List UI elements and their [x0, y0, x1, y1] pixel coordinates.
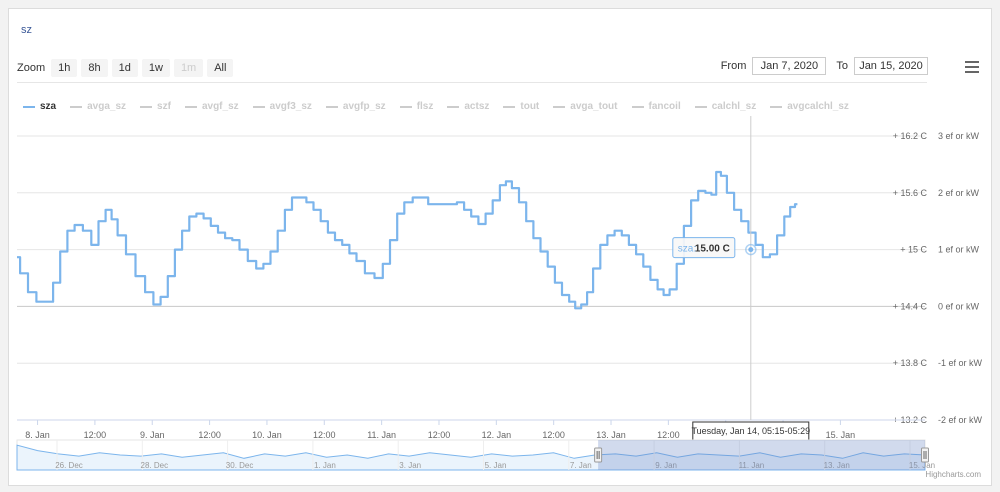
navigator-handle-left[interactable]: [594, 447, 603, 463]
navigator-x-label: 5. Jan: [485, 461, 507, 470]
y-tick-label: + 16.2 C: [893, 131, 928, 141]
x-tick-label: 12:00: [542, 430, 565, 440]
x-tick-label: 13. Jan: [596, 430, 626, 440]
navigator-x-label: 30. Dec: [226, 461, 254, 470]
x-tick-label: 12:00: [198, 430, 221, 440]
y2-tick-label: 3 ef or kW: [938, 131, 980, 141]
navigator-x-label: 7. Jan: [570, 461, 592, 470]
chart-svg: + 16.2 C 3 ef or kW + 15.6 C 2 ef or kW + 15…: [16, 116, 983, 471]
x-tick-label: 12:00: [428, 430, 451, 440]
tooltip-value: 15.00 C: [695, 244, 730, 255]
y-tick-label: + 15.6 C: [893, 188, 928, 198]
y2-tick-label: -1 ef or kW: [938, 358, 983, 368]
tooltip-series-name: sza:: [678, 244, 696, 255]
x-tick-label: 9. Jan: [140, 430, 165, 440]
y2-tick-label: 1 ef or kW: [938, 245, 980, 255]
navigator-x-label: 28. Dec: [141, 461, 169, 470]
x-tick-label: 12. Jan: [482, 430, 512, 440]
x-tick-label: 12:00: [84, 430, 107, 440]
y2-tick-label: -2 ef or kW: [938, 415, 983, 425]
navigator-handle-right[interactable]: [921, 447, 929, 463]
x-tick-label: 8. Jan: [25, 430, 50, 440]
y2-tick-label: 2 ef or kW: [938, 188, 980, 198]
x-tick-label: 15. Jan: [826, 430, 856, 440]
y-tick-label: + 14.4 C: [893, 301, 928, 311]
x-tick-label: 12:00: [657, 430, 680, 440]
x-tick-label: 12:00: [313, 430, 336, 440]
navigator-x-label: 26. Dec: [55, 461, 83, 470]
hover-point: [748, 247, 754, 253]
x-tick-label: 10. Jan: [252, 430, 282, 440]
navigator-x-label: 3. Jan: [399, 461, 421, 470]
navigator-x-label: 1. Jan: [314, 461, 336, 470]
navigator-selection: [598, 440, 925, 470]
y2-tick-label: 0 ef or kW: [938, 301, 980, 311]
y-tick-label: + 15 C: [900, 245, 927, 255]
crosshair-time-label: Tuesday, Jan 14, 05:15-05:29: [692, 426, 811, 436]
x-tick-label: 11. Jan: [367, 430, 396, 440]
y-tick-label: + 13.8 C: [893, 358, 928, 368]
